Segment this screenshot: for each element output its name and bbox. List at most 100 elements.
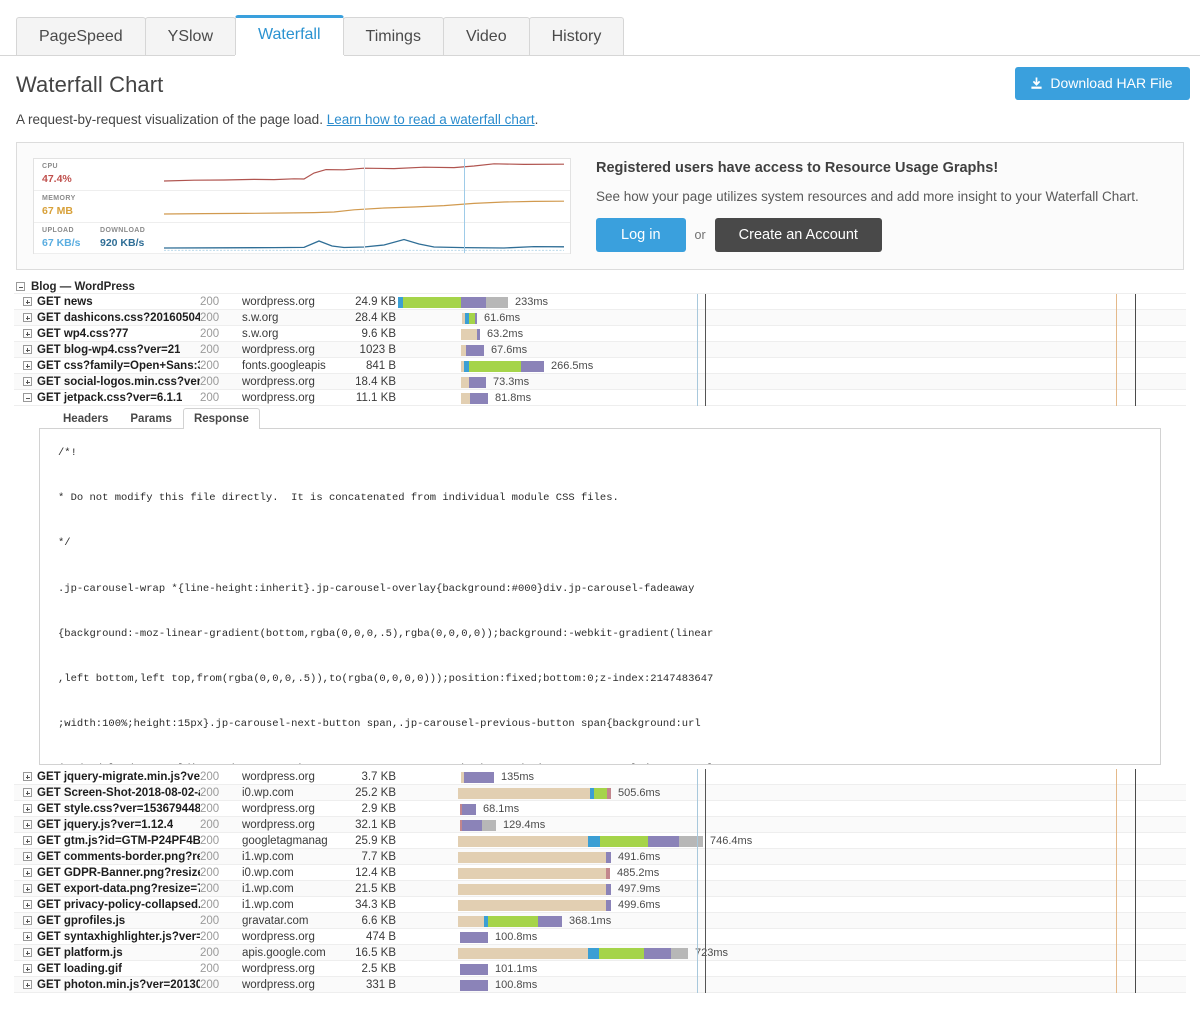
timing-bar-cell: 723ms bbox=[398, 945, 1186, 961]
timing-segment-blocked bbox=[458, 883, 606, 895]
expand-row-icon[interactable] bbox=[23, 836, 32, 845]
timing-segment-send bbox=[464, 771, 494, 783]
tab-video[interactable]: Video bbox=[442, 17, 530, 55]
host-cell: i1.wp.com bbox=[242, 882, 294, 895]
request-label: GET social-logos.min.css?ver= bbox=[37, 375, 200, 388]
timing-bar bbox=[460, 803, 476, 815]
status-cell: 200 bbox=[200, 834, 220, 847]
request-name-cell: GET social-logos.min.css?ver= bbox=[14, 376, 200, 388]
timeline-marker-onload bbox=[705, 769, 706, 993]
size-cell: 32.1 KB bbox=[355, 818, 396, 831]
tab-history[interactable]: History bbox=[528, 17, 625, 55]
host-cell: wordpress.org bbox=[242, 978, 315, 991]
tab-label: Timings bbox=[365, 28, 421, 45]
expand-row-icon[interactable] bbox=[23, 313, 32, 322]
timing-segment-send bbox=[521, 360, 544, 372]
expand-row-icon[interactable] bbox=[23, 948, 32, 957]
timing-bar-cell: 101.1ms bbox=[398, 961, 1186, 977]
table-row[interactable]: GET social-logos.min.css?ver= 200 wordpres… bbox=[14, 374, 1186, 390]
expand-row-icon[interactable] bbox=[23, 345, 32, 354]
detail-tab-response[interactable]: Response bbox=[182, 408, 260, 429]
timing-segment-receive bbox=[671, 947, 688, 959]
expand-row-icon[interactable] bbox=[23, 329, 32, 338]
memory-label: MEMORY bbox=[42, 195, 76, 202]
expand-row-icon[interactable] bbox=[23, 772, 32, 781]
table-row[interactable]: GET css?family=Open+Sans:3 200 fonts.googl… bbox=[14, 358, 1186, 374]
tab-timings[interactable]: Timings bbox=[342, 17, 444, 55]
login-button[interactable]: Log in bbox=[596, 218, 686, 252]
expand-row-icon[interactable] bbox=[23, 916, 32, 925]
promo-paragraph: See how your page utilizes system resour… bbox=[596, 189, 1139, 204]
table-row[interactable]: GET GDPR-Banner.png?resize 200 i0.wp.com 12… bbox=[14, 865, 1186, 881]
size-cell: 28.4 KB bbox=[355, 311, 396, 324]
table-row[interactable]: GET jquery-migrate.min.js?ver 200 wordpres… bbox=[14, 769, 1186, 785]
request-name-cell: GET gtm.js?id=GTM-P24PF4B bbox=[14, 835, 200, 847]
request-label: GET comments-border.png?re bbox=[37, 850, 200, 863]
timing-segment-send bbox=[606, 851, 611, 863]
detail-tab-params[interactable]: Params bbox=[119, 408, 183, 428]
request-label: GET privacy-policy-collapsed.p bbox=[37, 898, 200, 911]
table-row[interactable]: GET dashicons.css?20160504 200 s.w.org 28.4… bbox=[14, 310, 1186, 326]
collapse-group-icon[interactable] bbox=[16, 282, 25, 291]
expand-row-icon[interactable] bbox=[23, 361, 32, 370]
waterfall-help-link[interactable]: Learn how to read a waterfall chart bbox=[327, 112, 535, 127]
timing-label: 101.1ms bbox=[495, 962, 538, 975]
download-har-button[interactable]: Download HAR File bbox=[1015, 67, 1190, 100]
table-row[interactable]: GET syntaxhighlighter.js?ver= 200 wordpres… bbox=[14, 929, 1186, 945]
request-label: GET platform.js bbox=[37, 946, 123, 959]
expand-row-icon[interactable] bbox=[23, 932, 32, 941]
tab-yslow[interactable]: YSlow bbox=[144, 17, 236, 55]
status-cell: 200 bbox=[200, 391, 220, 404]
table-row[interactable]: GET photon.min.js?ver=20130 200 wordpress.… bbox=[14, 977, 1186, 993]
status-cell: 200 bbox=[200, 962, 220, 975]
collapse-row-icon[interactable] bbox=[23, 393, 32, 402]
expand-row-icon[interactable] bbox=[23, 964, 32, 973]
expand-row-icon[interactable] bbox=[23, 868, 32, 877]
expand-row-icon[interactable] bbox=[23, 297, 32, 306]
status-cell: 200 bbox=[200, 375, 220, 388]
table-row[interactable]: GET gtm.js?id=GTM-P24PF4B 200 googletagman… bbox=[14, 833, 1186, 849]
table-row[interactable]: GET loading.gif 200 wordpress.org 2.5 KB 101… bbox=[14, 961, 1186, 977]
waterfall-page-group[interactable]: Blog — WordPress bbox=[14, 280, 1186, 294]
expand-row-icon[interactable] bbox=[23, 900, 32, 909]
host-cell: wordpress.org bbox=[242, 391, 315, 404]
request-name-cell: GET platform.js bbox=[14, 947, 200, 959]
expand-row-icon[interactable] bbox=[23, 884, 32, 893]
table-row[interactable]: GET style.css?ver=1536794486 200 wordpress… bbox=[14, 801, 1186, 817]
expand-row-icon[interactable] bbox=[23, 980, 32, 989]
upload-value: 67 KB/s bbox=[42, 237, 81, 249]
detail-tab-headers[interactable]: Headers bbox=[52, 408, 119, 428]
timeline-marker-dom-content-loaded bbox=[697, 294, 698, 406]
timing-bar bbox=[458, 883, 611, 895]
request-name-cell: GET css?family=Open+Sans:3 bbox=[14, 360, 200, 372]
timing-segment-send bbox=[606, 883, 611, 895]
expand-row-icon[interactable] bbox=[23, 804, 32, 813]
expand-row-icon[interactable] bbox=[23, 377, 32, 386]
request-label: GET dashicons.css?20160504 bbox=[37, 311, 200, 324]
request-name-cell: GET style.css?ver=1536794486 bbox=[14, 803, 200, 815]
timing-segment-connect bbox=[469, 360, 521, 372]
tab-waterfall[interactable]: Waterfall bbox=[235, 15, 344, 55]
subtitle-period: . bbox=[534, 112, 539, 127]
table-row[interactable]: GET gprofiles.js 200 gravatar.com 6.6 KB 368… bbox=[14, 913, 1186, 929]
table-row[interactable]: GET comments-border.png?re 200 i1.wp.com 7.… bbox=[14, 849, 1186, 865]
waterfall-table-top: Blog — WordPress GET news 200 wordpress.or… bbox=[14, 280, 1186, 406]
table-row[interactable]: GET platform.js 200 apis.google.com 16.5 KB… bbox=[14, 945, 1186, 961]
table-row[interactable]: GET privacy-policy-collapsed.p 200 i1.wp.c… bbox=[14, 897, 1186, 913]
table-row[interactable]: GET export-data.png?resize=7 200 i1.wp.com… bbox=[14, 881, 1186, 897]
request-label: GET gtm.js?id=GTM-P24PF4B bbox=[37, 834, 200, 847]
timing-segment-connect bbox=[600, 835, 648, 847]
tab-pagespeed[interactable]: PageSpeed bbox=[16, 17, 146, 55]
table-row[interactable]: GET blog-wp4.css?ver=21 200 wordpress.org 1… bbox=[14, 342, 1186, 358]
create-account-button[interactable]: Create an Account bbox=[714, 218, 882, 252]
table-row[interactable]: GET news 200 wordpress.org 24.9 KB 233ms bbox=[14, 294, 1186, 310]
expand-row-icon[interactable] bbox=[23, 788, 32, 797]
table-row[interactable]: GET jetpack.css?ver=6.1.1 200 wordpress.or… bbox=[14, 390, 1186, 406]
table-row[interactable]: GET Screen-Shot-2018-08-02-a 200 i0.wp.com… bbox=[14, 785, 1186, 801]
table-row[interactable]: GET jquery.js?ver=1.12.4 200 wordpress.org… bbox=[14, 817, 1186, 833]
timing-segment-send bbox=[475, 312, 477, 324]
table-row[interactable]: GET wp4.css?77 200 s.w.org 9.6 KB 63.2ms bbox=[14, 326, 1186, 342]
expand-row-icon[interactable] bbox=[23, 852, 32, 861]
request-name-cell: GET dashicons.css?20160504 bbox=[14, 312, 200, 324]
expand-row-icon[interactable] bbox=[23, 820, 32, 829]
